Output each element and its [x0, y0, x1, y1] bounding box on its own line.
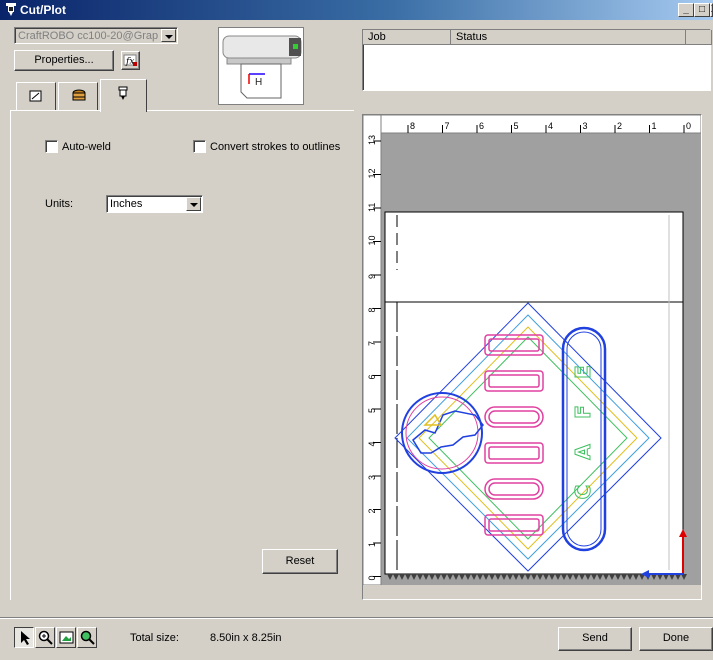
tab-cut-active[interactable]: [100, 79, 147, 112]
left-ruler-label: 12: [367, 168, 377, 178]
column-header-status[interactable]: Status: [451, 30, 686, 45]
capsule-letter-c: C: [571, 485, 595, 500]
total-size-value: 8.50in x 8.25in: [210, 632, 282, 644]
zoom-fit-icon: [80, 630, 95, 645]
left-ruler-label: 5: [367, 408, 377, 413]
left-ruler-label: 3: [367, 475, 377, 480]
job-table: Job Status: [362, 29, 712, 91]
roll-icon: [72, 89, 86, 101]
left-ruler-label: 2: [367, 508, 377, 513]
capsule-letter-a: A: [571, 444, 595, 460]
left-ruler-label: 1: [367, 542, 377, 547]
tab-media[interactable]: [58, 82, 98, 110]
select-tool[interactable]: [14, 627, 34, 648]
left-ruler-label: 6: [367, 374, 377, 379]
tab-general[interactable]: [16, 82, 56, 110]
top-ruler-label: 7: [445, 121, 450, 131]
top-ruler-label: 1: [652, 121, 657, 131]
zoom-in-icon: [38, 630, 53, 645]
left-ruler-label: 0: [367, 575, 377, 580]
tab-panel: [10, 110, 354, 600]
fit-page-icon: [59, 631, 74, 644]
auto-weld-checkbox[interactable]: [45, 140, 58, 153]
maximize-button[interactable]: □: [694, 3, 710, 17]
total-size-label: Total size:: [130, 632, 179, 644]
reset-button[interactable]: Reset: [262, 549, 338, 574]
fit-page-tool[interactable]: [56, 627, 76, 648]
convert-strokes-checkbox[interactable]: [193, 140, 206, 153]
left-ruler-label: 11: [367, 203, 377, 212]
cut-preview: 876543210 13 12 11 10 9 8 7 6 5 4 3 2 1 0: [362, 114, 702, 600]
send-button[interactable]: Send: [558, 627, 632, 651]
device-select[interactable]: CraftROBO cc100-20@Graphl: [14, 27, 178, 44]
zoom-fit-tool[interactable]: [77, 627, 97, 648]
done-button[interactable]: Done: [639, 627, 713, 651]
minimize-button[interactable]: _: [678, 3, 694, 17]
footer-separator: [0, 617, 713, 619]
auto-weld-label: Auto-weld: [62, 141, 111, 153]
top-ruler-label: 5: [514, 121, 519, 131]
units-select[interactable]: Inches: [106, 195, 203, 213]
arrow-cursor-icon: [21, 631, 30, 645]
device-settings-button[interactable]: fx: [121, 51, 140, 70]
chevron-down-icon[interactable]: [161, 29, 176, 42]
top-ruler-label: 6: [479, 121, 484, 131]
units-label: Units:: [45, 198, 74, 210]
left-ruler-label: 4: [367, 441, 377, 446]
capsule-letter-e: E: [571, 365, 595, 379]
svg-text:H: H: [255, 77, 262, 88]
top-ruler-label: 3: [583, 121, 588, 131]
left-ruler-label: 8: [367, 307, 377, 312]
top-ruler-label: 8: [410, 121, 415, 131]
properties-button[interactable]: Properties...: [14, 50, 114, 71]
plotter-image: H: [218, 27, 304, 105]
left-ruler-label: 9: [367, 274, 377, 279]
left-ruler-label: 10: [367, 235, 377, 245]
title-bar: Cut/Plot _ □ X: [0, 0, 713, 20]
zoom-in-tool[interactable]: [35, 627, 55, 648]
page-icon: [29, 90, 42, 102]
knife-icon: [118, 86, 128, 100]
settings-icon: fx: [123, 54, 137, 67]
top-ruler-label: 0: [686, 121, 691, 131]
top-ruler-label: 2: [617, 121, 622, 131]
window-title: Cut/Plot: [20, 3, 66, 17]
column-header-extra[interactable]: [686, 30, 712, 45]
top-ruler-label: 4: [548, 121, 553, 131]
pen-icon: [6, 3, 16, 16]
capsule-letter-f: F: [571, 405, 595, 419]
left-ruler-label: 13: [367, 135, 377, 145]
chevron-down-icon[interactable]: [186, 197, 201, 211]
left-ruler-label: 7: [367, 341, 377, 346]
convert-strokes-label: Convert strokes to outlines: [210, 141, 341, 153]
column-header-job[interactable]: Job: [363, 30, 451, 45]
